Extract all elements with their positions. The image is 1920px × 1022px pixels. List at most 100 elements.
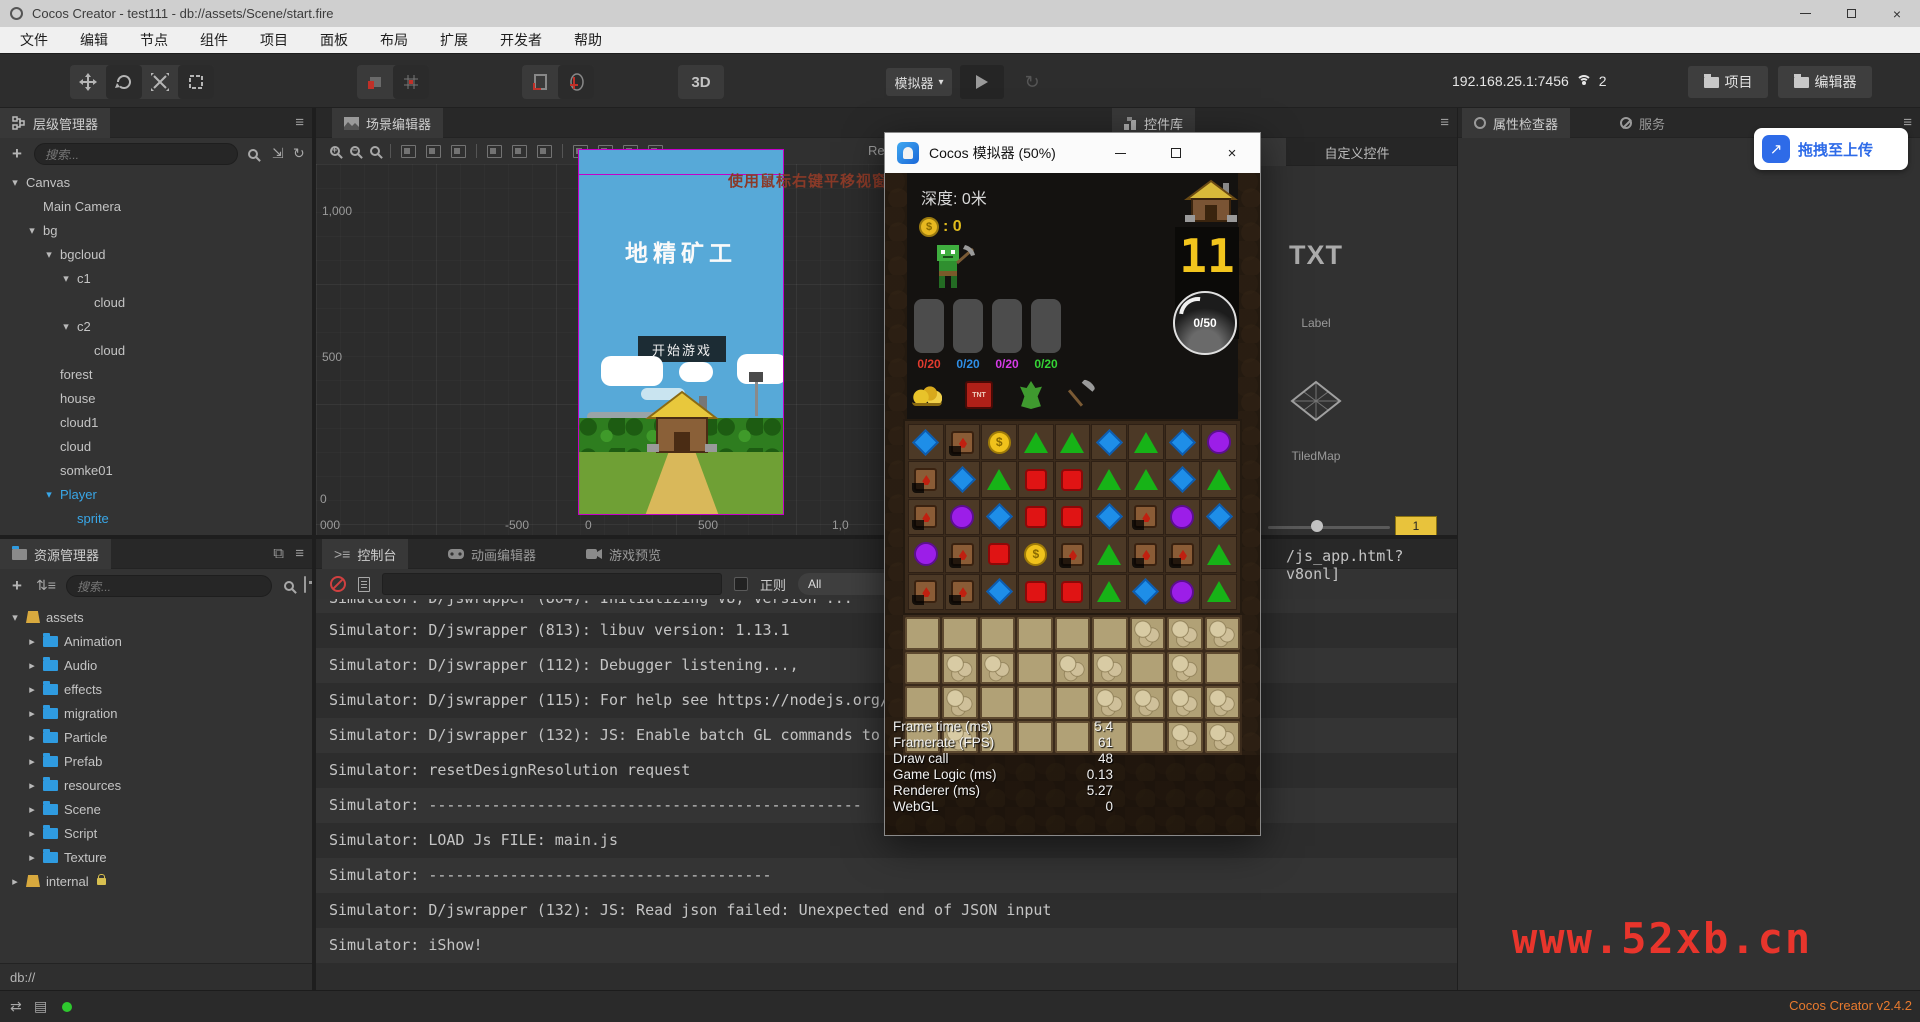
add-node-button[interactable]: + [12, 144, 22, 164]
anchor-grid-icon[interactable] [558, 65, 594, 99]
menu-item-编辑[interactable]: 编辑 [64, 27, 124, 53]
asset-node-assets[interactable]: ▾assets [0, 605, 310, 629]
sand-cell-rocks[interactable] [1092, 686, 1127, 719]
simulator-title-bar[interactable]: Cocos 模拟器 (50%) × [885, 133, 1260, 173]
align-left-icon[interactable] [401, 145, 416, 158]
board-cell[interactable] [908, 536, 944, 572]
regex-checkbox[interactable] [734, 577, 748, 591]
sand-cell-rocks[interactable] [942, 652, 977, 685]
tree-node-Main Camera[interactable]: Main Camera [0, 194, 310, 218]
menu-item-扩展[interactable]: 扩展 [424, 27, 484, 53]
expand-arrow-icon[interactable]: ▾ [61, 272, 71, 285]
board-cell[interactable] [945, 574, 981, 610]
scale-tool-icon[interactable] [142, 65, 178, 99]
expand-arrow-icon[interactable]: ▸ [27, 707, 37, 720]
sand-cell[interactable] [1092, 617, 1127, 650]
expand-arrow-icon[interactable]: ▾ [10, 611, 20, 624]
pixel-snap-icon[interactable] [393, 65, 429, 99]
asset-node-internal[interactable]: ▸internal [0, 869, 310, 893]
rect-tool-icon[interactable] [178, 65, 214, 99]
tiledmap-widget-icon[interactable] [1290, 378, 1342, 424]
board-cell[interactable] [945, 424, 981, 460]
sand-cell-rocks[interactable] [1167, 652, 1202, 685]
board-cell[interactable] [1018, 461, 1054, 497]
expand-arrow-icon[interactable]: ▾ [10, 176, 20, 189]
asset-node-migration[interactable]: ▸migration [0, 701, 310, 725]
align-center-h-icon[interactable] [426, 145, 441, 158]
board-cell[interactable] [981, 536, 1017, 572]
board-cell[interactable] [1091, 461, 1127, 497]
board-cell[interactable] [1055, 574, 1091, 610]
board-cell[interactable] [908, 461, 944, 497]
board-cell[interactable] [1201, 499, 1237, 535]
expand-arrow-icon[interactable]: ▾ [44, 248, 54, 261]
add-asset-button[interactable]: + [12, 576, 22, 596]
tree-node-somke01[interactable]: somke01 [0, 458, 310, 482]
board-cell[interactable] [1128, 461, 1164, 497]
sand-cell-rocks[interactable] [1055, 652, 1090, 685]
tree-node-cloud[interactable]: cloud [0, 290, 310, 314]
zoom-out-icon[interactable]: − [350, 146, 360, 156]
tab-inspector[interactable]: 属性检查器 [1462, 108, 1570, 138]
board-cell[interactable] [1018, 574, 1054, 610]
sand-cell[interactable] [1017, 686, 1052, 719]
expand-arrow-icon[interactable]: ▸ [27, 731, 37, 744]
tab-console[interactable]: >≡ 控制台 [322, 539, 408, 569]
tree-node-cloud[interactable]: cloud [0, 338, 310, 362]
refresh-icon[interactable]: ↻ [293, 145, 305, 162]
board-cell[interactable] [908, 574, 944, 610]
sand-cell-rocks[interactable] [1205, 686, 1240, 719]
asset-node-Audio[interactable]: ▸Audio [0, 653, 310, 677]
hierarchy-search-input[interactable]: 搜索... [34, 143, 238, 165]
drag-to-upload-button[interactable]: ↗ 拖拽至上传 [1754, 128, 1908, 170]
tree-node-sprite[interactable]: sprite [0, 506, 310, 530]
item-tnt[interactable]: TNT [959, 375, 999, 415]
board-cell[interactable] [945, 536, 981, 572]
search-icon[interactable] [248, 149, 258, 159]
board-cell[interactable] [1201, 424, 1237, 460]
tree-node-c1[interactable]: ▾c1 [0, 266, 310, 290]
item-gold[interactable] [907, 375, 947, 415]
tab-services[interactable]: 服务 [1608, 108, 1677, 138]
sand-cell[interactable] [1055, 617, 1090, 650]
tab-assets[interactable]: 资源管理器 [0, 539, 111, 569]
asset-node-resources[interactable]: ▸resources [0, 773, 310, 797]
align-middle-icon[interactable] [512, 145, 527, 158]
assets-search-input[interactable]: 搜索... [66, 575, 272, 597]
zoom-in-icon[interactable]: + [330, 146, 340, 156]
panel-extra-icon[interactable]: ⧉ [273, 545, 284, 562]
sand-cell[interactable] [1130, 652, 1165, 685]
expand-arrow-icon[interactable]: ▸ [27, 803, 37, 816]
align-right-icon[interactable] [451, 145, 466, 158]
expand-arrow-icon[interactable]: ▾ [61, 320, 71, 333]
play-button[interactable] [960, 65, 1004, 99]
tree-node-Player[interactable]: ▾Player [0, 482, 310, 506]
board-cell[interactable] [945, 499, 981, 535]
sand-cell-rocks[interactable] [980, 652, 1015, 685]
simulator-viewport[interactable]: 深度: 0米 $ : 0 11 0/50 0/200/200/20 [885, 173, 1260, 835]
board-cell[interactable] [1091, 499, 1127, 535]
sand-cell-rocks[interactable] [1205, 721, 1240, 754]
board-cell[interactable] [1128, 536, 1164, 572]
search-icon[interactable] [284, 581, 294, 591]
board-cell[interactable] [981, 461, 1017, 497]
sand-cell[interactable] [980, 686, 1015, 719]
sand-cell[interactable] [942, 617, 977, 650]
expand-arrow-icon[interactable]: ▸ [27, 779, 37, 792]
menu-item-项目[interactable]: 项目 [244, 27, 304, 53]
console-popout-icon[interactable] [304, 576, 306, 593]
board-cell[interactable] [1165, 499, 1201, 535]
board-cell[interactable] [1128, 574, 1164, 610]
tree-node-cloud1[interactable]: cloud1 [0, 410, 310, 434]
maximize-icon[interactable] [1828, 0, 1874, 27]
board-cell[interactable]: $ [981, 424, 1017, 460]
open-project-button[interactable]: 项目 [1688, 66, 1768, 98]
tree-node-bg[interactable]: ▾bg [0, 218, 310, 242]
sand-cell[interactable] [1017, 617, 1052, 650]
menu-item-布局[interactable]: 布局 [364, 27, 424, 53]
align-bottom-icon[interactable] [537, 145, 552, 158]
zoom-slider-value[interactable]: 1 [1395, 516, 1437, 536]
sim-minimize-icon[interactable] [1092, 133, 1148, 173]
board-cell[interactable] [1055, 499, 1091, 535]
zoom-slider-handle[interactable] [1311, 520, 1323, 532]
